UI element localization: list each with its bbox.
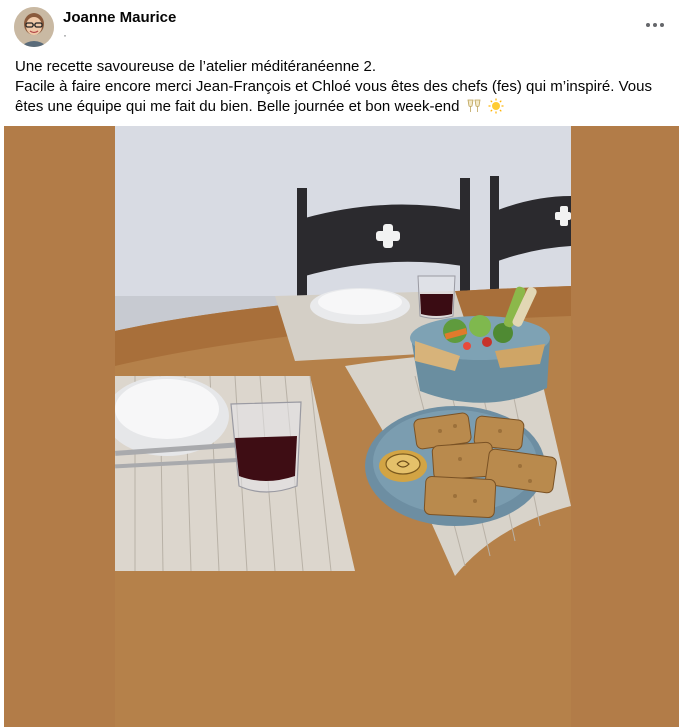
clinking-glasses-icon [466,98,482,120]
more-dot-icon [646,23,650,27]
post-text-line-2: Facile à faire encore merci Jean-Françoi… [15,77,670,120]
post-card: Joanne Maurice · Une recette savoureuse … [0,0,683,727]
more-options-button[interactable] [643,15,667,35]
more-dot-icon [653,23,657,27]
photo-table-setting [115,126,571,727]
author-name[interactable]: Joanne Maurice [63,9,176,26]
sun-icon [488,98,504,120]
more-dot-icon [660,23,664,27]
avatar-image [14,7,54,47]
post-text: Une recette savoureuse de l’atelier médi… [15,57,670,120]
avatar[interactable] [14,7,54,47]
post-text-body: Facile à faire encore merci Jean-Françoi… [15,78,652,115]
post-timestamp[interactable]: · [63,28,67,42]
post-media[interactable] [4,126,679,727]
post-text-line-1: Une recette savoureuse de l’atelier médi… [15,58,377,75]
post-header: Joanne Maurice · [14,7,669,47]
post-photo[interactable] [115,126,571,727]
